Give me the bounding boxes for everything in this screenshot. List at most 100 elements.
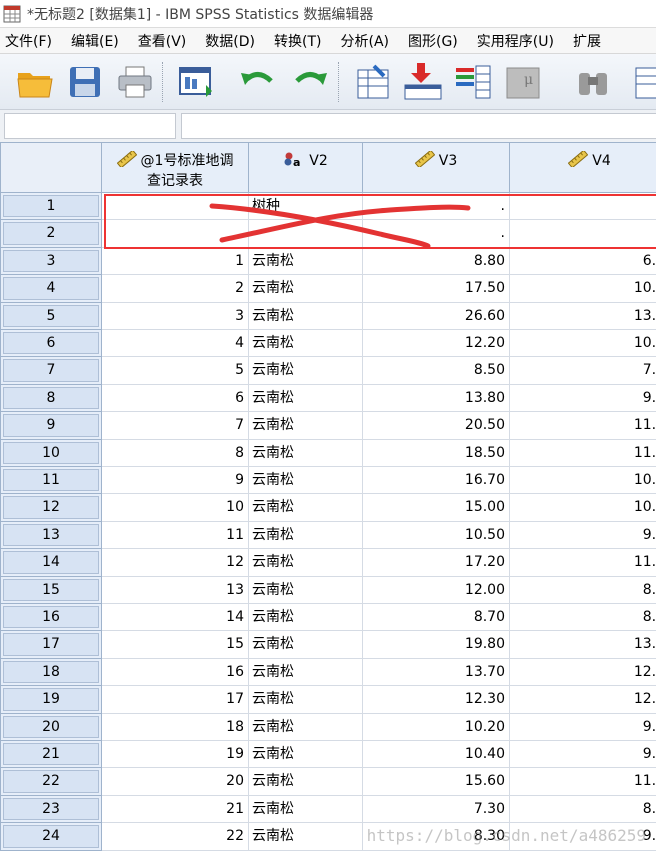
row-header-23[interactable]: 23	[0, 795, 102, 824]
data-cell[interactable]: 9.0	[510, 522, 656, 550]
row-header-15[interactable]: 15	[0, 576, 102, 604]
data-cell[interactable]: 18.50	[363, 439, 510, 467]
data-cell[interactable]: 8	[102, 439, 249, 467]
data-cell[interactable]: 4	[102, 330, 249, 358]
row-header-7[interactable]: 7	[0, 357, 102, 385]
data-cell[interactable]: .	[510, 193, 656, 221]
row-header-24[interactable]: 24	[0, 823, 102, 851]
data-cell[interactable]: 云南松	[249, 549, 363, 577]
row-header-17[interactable]: 17	[0, 631, 102, 659]
data-cell[interactable]: 10.20	[363, 713, 510, 741]
data-cell[interactable]: 8.0	[510, 577, 656, 604]
menu-item-2[interactable]: 查看(V)	[133, 31, 195, 51]
data-cell[interactable]	[102, 193, 249, 221]
menu-item-8[interactable]: 扩展	[568, 31, 609, 51]
data-cell[interactable]: 20.50	[363, 412, 510, 440]
data-cell[interactable]: 云南松	[249, 768, 363, 796]
data-cell[interactable]: 17	[102, 686, 249, 714]
data-cell[interactable]: 8.70	[363, 604, 510, 632]
column-header-2[interactable]: a V2	[249, 142, 363, 193]
data-cell[interactable]: 树种	[249, 193, 363, 221]
data-cell[interactable]: 19	[102, 741, 249, 769]
run-descriptives-icon[interactable]: μ	[502, 61, 544, 103]
data-cell[interactable]: 10.0	[510, 494, 656, 522]
data-cell[interactable]: 13.0	[510, 631, 656, 659]
data-cell[interactable]: 8.0	[510, 604, 656, 632]
data-cell[interactable]: 云南松	[249, 467, 363, 495]
data-cell[interactable]: 1	[102, 247, 249, 276]
redo-icon[interactable]	[290, 61, 332, 103]
data-cell[interactable]: 11.5	[510, 549, 656, 577]
data-cell[interactable]: 16	[102, 658, 249, 687]
grid-corner[interactable]	[0, 142, 102, 193]
find-binoculars-icon[interactable]	[572, 61, 614, 103]
data-cell[interactable]: 云南松	[249, 384, 363, 413]
data-cell[interactable]: 云南松	[249, 713, 363, 741]
data-cell[interactable]: 云南松	[249, 576, 363, 604]
data-cell[interactable]: 2	[102, 275, 249, 303]
cell-reference-box[interactable]	[4, 113, 176, 139]
data-cell[interactable]: 云南松	[249, 275, 363, 303]
data-cell[interactable]: 8.80	[363, 247, 510, 276]
data-cell[interactable]	[249, 220, 363, 248]
data-cell[interactable]: 云南松	[249, 686, 363, 714]
data-cell[interactable]: 5	[102, 357, 249, 385]
data-cell[interactable]: 18	[102, 713, 249, 741]
column-header-3[interactable]: V3	[363, 142, 510, 193]
data-cell[interactable]: 15.00	[363, 494, 510, 522]
data-cell[interactable]: 云南松	[249, 604, 363, 632]
data-cell[interactable]: 10.40	[363, 741, 510, 769]
spss-app-icon[interactable]	[3, 5, 21, 23]
data-cell[interactable]	[102, 220, 249, 248]
data-cell[interactable]: 13	[102, 576, 249, 604]
data-cell[interactable]: 8.5	[510, 796, 656, 824]
goto-case-icon[interactable]	[352, 61, 394, 103]
data-cell[interactable]: 9.5	[510, 741, 656, 769]
data-cell[interactable]: 云南松	[249, 658, 363, 687]
data-cell[interactable]: 13.0	[510, 303, 656, 330]
data-cell[interactable]: 10.0	[510, 467, 656, 495]
data-cell[interactable]: 云南松	[249, 302, 363, 330]
data-cell[interactable]: 12.00	[363, 576, 510, 604]
data-cell[interactable]: 云南松	[249, 357, 363, 385]
menu-item-3[interactable]: 数据(D)	[200, 31, 263, 51]
data-cell[interactable]: .	[363, 220, 510, 248]
save-disk-icon[interactable]	[64, 61, 106, 103]
row-header-2[interactable]: 2	[0, 220, 102, 248]
data-cell[interactable]: 21	[102, 795, 249, 824]
menu-item-0[interactable]: 文件(F)	[0, 31, 60, 51]
undo-icon[interactable]	[236, 61, 278, 103]
data-cell[interactable]: 云南松	[249, 741, 363, 769]
variables-icon[interactable]	[452, 61, 494, 103]
row-header-4[interactable]: 4	[0, 275, 102, 303]
data-cell[interactable]: 19.80	[363, 631, 510, 659]
column-header-4[interactable]: V4	[510, 142, 656, 193]
data-cell[interactable]: 云南松	[249, 439, 363, 467]
data-cell[interactable]: 11.5	[510, 412, 656, 440]
data-cell[interactable]: 云南松	[249, 631, 363, 659]
insert-cases-icon[interactable]	[624, 61, 656, 103]
data-cell[interactable]: 10	[102, 494, 249, 522]
data-cell[interactable]: 10.0	[510, 330, 656, 358]
data-cell[interactable]: 云南松	[249, 494, 363, 522]
data-cell[interactable]: 10.5	[510, 275, 656, 303]
row-header-5[interactable]: 5	[0, 302, 102, 330]
data-cell[interactable]: 12.0	[510, 686, 656, 714]
menu-item-4[interactable]: 转换(T)	[269, 31, 329, 51]
row-header-21[interactable]: 21	[0, 741, 102, 769]
data-cell[interactable]: 12	[102, 549, 249, 577]
data-cell[interactable]: 9	[102, 467, 249, 495]
data-cell[interactable]: 云南松	[249, 795, 363, 824]
data-cell[interactable]: 12.30	[363, 686, 510, 714]
goto-variable-icon[interactable]	[402, 61, 444, 103]
open-folder-icon[interactable]	[14, 61, 56, 103]
column-header-1[interactable]: @1号标准地调 查记录表	[102, 142, 249, 193]
data-cell[interactable]: 11.5	[510, 440, 656, 467]
data-cell[interactable]: 13.80	[363, 384, 510, 413]
data-cell[interactable]: 云南松	[249, 521, 363, 550]
data-cell[interactable]: 云南松	[249, 823, 363, 851]
data-cell[interactable]: 26.60	[363, 302, 510, 330]
data-cell[interactable]: 7.0	[510, 357, 656, 385]
data-cell[interactable]: .	[510, 220, 656, 248]
row-header-1[interactable]: 1	[0, 193, 102, 221]
